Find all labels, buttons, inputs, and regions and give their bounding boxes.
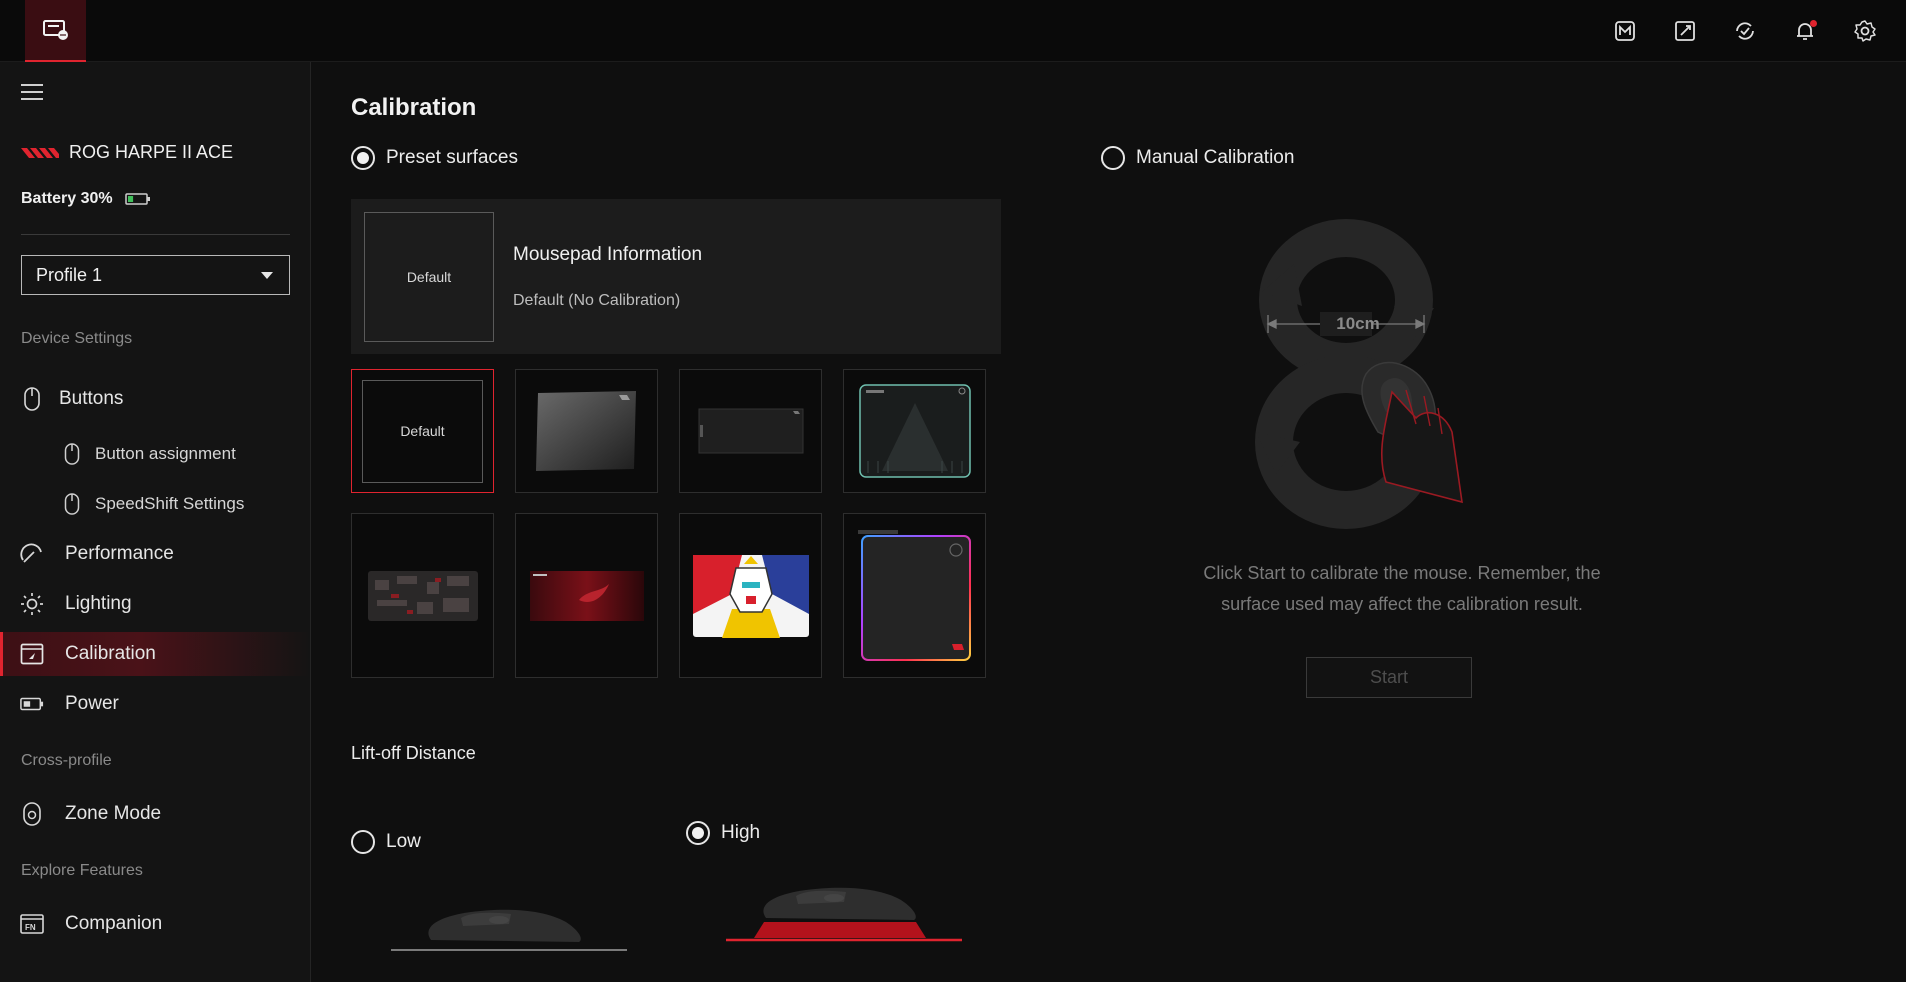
mousepad-option-7[interactable] [679,513,822,678]
device-name: ROG HARPE II ACE [21,142,233,163]
mousepad-image [857,529,971,661]
liftoff-high-illustration [726,887,962,942]
mousepad-info-panel: Default Mousepad Information Default (No… [351,199,1001,354]
zone-mode-icon [20,802,44,826]
mousepad-image [535,391,636,471]
main-content: Calibration Preset surfaces Manual Calib… [312,62,1906,982]
battery-icon [20,692,44,716]
preset-surfaces-radio[interactable] [351,146,375,170]
calibration-distance-label: 10cm [1336,314,1380,333]
mouse-icon [60,492,84,516]
menu-icon[interactable] [21,84,43,102]
sidebar-item-buttons[interactable]: Buttons [0,377,310,421]
settings-icon[interactable] [1850,16,1880,46]
mousepad-option-5[interactable] [351,513,494,678]
calibration-instructions: Click Start to calibrate the mouse. Reme… [1203,563,1601,614]
page-title: Calibration [351,94,477,121]
battery-icon [124,193,150,205]
mouse-icon [60,442,84,466]
armoury-crate-icon [42,20,68,40]
sidebar-item-zone-mode[interactable]: Zone Mode [0,792,310,836]
svg-text:FN: FN [25,923,36,932]
liftoff-low-radio[interactable] [351,830,375,854]
mouse-icon [20,387,44,411]
sidebar-item-lighting[interactable]: Lighting [0,582,310,626]
profile-dropdown[interactable]: Profile 1 [21,255,290,295]
battery-status: Battery 30% [21,190,151,208]
mousepad-image [692,554,809,638]
mousepad-default[interactable]: Default [351,369,494,493]
mousepad-info-subtitle: Default (No Calibration) [513,292,681,309]
title-bar [0,0,1906,62]
default-pad-thumbnail: Default [362,379,483,483]
calibration-icon [20,642,44,666]
preset-surfaces-option[interactable]: Preset surfaces [351,146,518,170]
liftoff-distance-title: Lift-off Distance [351,743,476,763]
performance-icon [20,542,44,566]
sidebar-item-button-assignment[interactable]: Button assignment [0,432,310,476]
mousepad-option-2[interactable] [515,369,658,493]
mousepad-option-4[interactable] [843,369,986,493]
manual-calibration-radio[interactable] [1101,146,1125,170]
mousepad-image [367,570,478,621]
notification-icon[interactable] [1790,16,1820,46]
sidebar-item-speedshift[interactable]: SpeedShift Settings [0,482,310,526]
mousepad-image [698,408,803,454]
mousepad-option-3[interactable] [679,369,822,493]
mousepad-option-8[interactable] [843,513,986,678]
mousepad-info-thumbnail: Default [364,212,494,342]
notification-badge [1810,20,1817,27]
figure-eight-calibration-illustration [1255,219,1463,529]
liftoff-high-radio[interactable] [686,821,710,845]
liftoff-high-option[interactable]: High [686,821,760,845]
update-icon[interactable] [1730,16,1760,46]
sidebar-item-power[interactable]: Power [0,682,310,726]
sidebar-item-calibration[interactable]: Calibration [0,632,310,676]
manual-calibration-option[interactable]: Manual Calibration [1101,146,1294,170]
liftoff-low-option[interactable]: Low [351,830,421,854]
section-explore-features: Explore Features [21,862,143,879]
start-button[interactable]: Start [1306,657,1472,698]
app-logo[interactable] [25,0,86,62]
section-device-settings: Device Settings [21,330,133,347]
liftoff-low-illustration [391,909,627,951]
sidebar-divider [21,234,290,235]
lighting-icon [20,592,44,616]
sidebar: ROG HARPE II ACE Battery 30% Profile 1 D… [0,62,311,982]
tools-icon[interactable] [1670,16,1700,46]
sidebar-item-performance[interactable]: Performance [0,532,310,576]
section-cross-profile: Cross-profile [21,752,112,769]
fn-key-icon: FN [20,912,44,936]
mousepad-info-title: Mousepad Information [513,244,703,265]
mousepad-image [858,384,971,478]
chevron-down-icon [261,272,273,279]
mousepad-option-6[interactable] [515,513,658,678]
sidebar-item-companion[interactable]: FN Companion [0,902,310,946]
rog-logo-icon [21,147,59,158]
armoury-mode-icon[interactable] [1610,16,1640,46]
mousepad-image [529,570,644,621]
